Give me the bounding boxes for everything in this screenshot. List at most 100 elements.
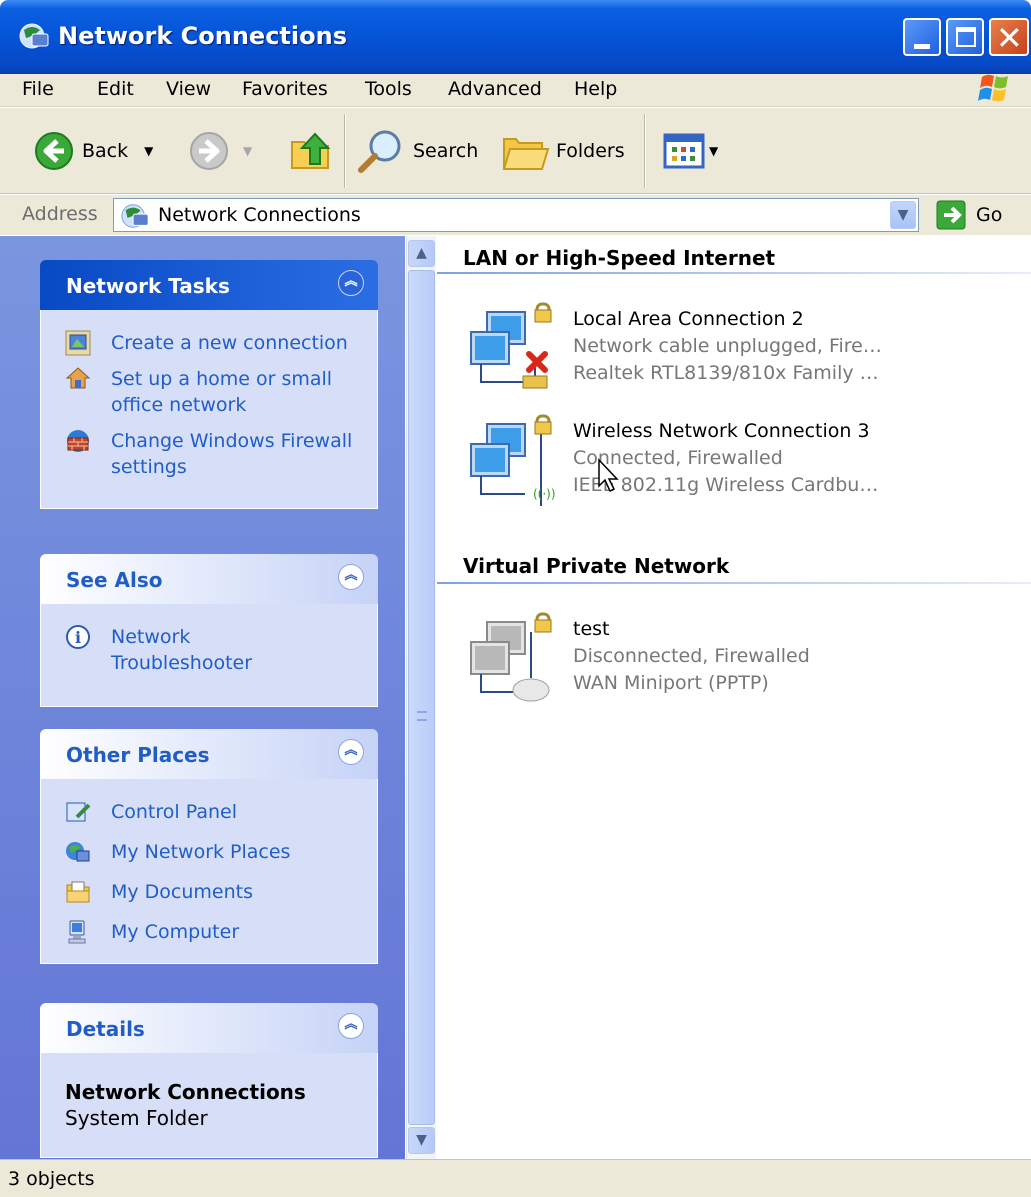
back-dropdown-icon[interactable]: ▼ [144, 144, 153, 158]
network-tasks-header[interactable]: Network Tasks ︽ [40, 260, 378, 310]
task-home-network[interactable]: Set up a home or small office network [65, 366, 365, 418]
scrollbar-grip-icon [417, 711, 427, 721]
firewall-icon [67, 430, 89, 452]
status-text: 3 objects [8, 1168, 95, 1190]
menu-edit[interactable]: Edit [97, 78, 134, 100]
place-my-computer[interactable]: My Computer [65, 919, 365, 945]
network-globe-icon [121, 204, 149, 228]
task-create-connection[interactable]: Create a new connection [65, 330, 365, 356]
see-also-panel: See Also ︽ i Network Troubleshooter [40, 554, 378, 707]
maximize-icon [956, 27, 976, 47]
views-button[interactable]: ▼ [663, 133, 718, 169]
title-bar: Network Connections ✕ [0, 0, 1031, 74]
folders-label: Folders [556, 140, 625, 162]
svg-text:((·)): ((·)) [533, 487, 556, 501]
network-tasks-panel: Network Tasks ︽ Create a new connection … [40, 260, 378, 509]
panel-title: Other Places [66, 743, 210, 767]
connection-text: Local Area Connection 2 Network cable un… [573, 306, 882, 387]
connection-device: Realtek RTL8139/810x Family … [573, 362, 879, 384]
menu-view[interactable]: View [166, 78, 211, 100]
address-dropdown-icon[interactable]: ▼ [890, 201, 916, 229]
up-folder-icon[interactable] [288, 128, 334, 174]
task-firewall-settings[interactable]: Change Windows Firewall settings [65, 428, 365, 480]
svg-text:i: i [75, 628, 81, 647]
scroll-up-button[interactable]: ▲ [408, 240, 435, 267]
task-label: Set up a home or small office network [111, 368, 333, 416]
connection-status: Disconnected, Firewalled [573, 645, 810, 667]
place-my-network-places[interactable]: My Network Places [65, 839, 365, 865]
menu-tools[interactable]: Tools [365, 78, 412, 100]
toolbar: Back ▼ ▼ Search Folders ▼ [0, 108, 1031, 194]
wireless-connected-icon: ((·)) [470, 414, 556, 506]
maximize-button[interactable] [946, 18, 984, 56]
minimize-button[interactable] [903, 18, 941, 56]
toolbar-separator [644, 114, 646, 188]
menu-advanced[interactable]: Advanced [448, 78, 542, 100]
collapse-icon[interactable]: ︽ [338, 564, 364, 590]
back-button[interactable]: Back ▼ [34, 131, 153, 171]
menu-bar: File Edit View Favorites Tools Advanced … [0, 74, 1031, 107]
panel-title: Details [66, 1017, 145, 1041]
address-value: Network Connections [158, 204, 361, 226]
task-label: Create a new connection [111, 332, 348, 354]
task-pane: Network Tasks ︽ Create a new connection … [0, 236, 405, 1159]
connection-status: Network cable unplugged, Fire… [573, 335, 882, 357]
collapse-icon[interactable]: ︽ [338, 270, 364, 296]
forward-arrow-icon [190, 132, 228, 170]
folders-button[interactable]: Folders [500, 129, 625, 173]
mouse-cursor-icon [598, 458, 619, 493]
new-connection-icon [65, 330, 91, 356]
menu-help[interactable]: Help [574, 78, 617, 100]
details-panel: Details ︽ Network Connections System Fol… [40, 1003, 378, 1158]
other-places-panel: Other Places ︽ Control Panel My Network … [40, 729, 378, 964]
menu-file[interactable]: File [22, 78, 54, 100]
scroll-down-button[interactable]: ▼ [408, 1127, 435, 1154]
details-header[interactable]: Details ︽ [40, 1003, 378, 1053]
forward-button[interactable]: ▼ [189, 131, 252, 171]
scrollbar-thumb[interactable] [408, 270, 435, 1125]
collapse-icon[interactable]: ︽ [338, 1013, 364, 1039]
control-panel-icon [66, 802, 91, 822]
address-bar: Address Network Connections ▼ Go [0, 195, 1031, 235]
collapse-icon[interactable]: ︽ [338, 739, 364, 765]
address-label: Address [22, 203, 98, 225]
search-button[interactable]: Search [357, 127, 478, 175]
group-divider [437, 272, 1031, 274]
other-places-header[interactable]: Other Places ︽ [40, 729, 378, 779]
go-button[interactable]: Go [936, 200, 1002, 230]
place-my-documents[interactable]: My Documents [65, 879, 365, 905]
details-type: System Folder [65, 1106, 208, 1130]
details-name: Network Connections [65, 1080, 306, 1104]
connections-view: LAN or High-Speed Internet Local Area Co… [437, 236, 1031, 1159]
close-button[interactable]: ✕ [989, 18, 1029, 56]
task-label: Change Windows Firewall settings [111, 430, 353, 478]
window-title: Network Connections [58, 22, 347, 50]
lan-disconnected-icon [470, 302, 552, 389]
connection-text: test Disconnected, Firewalled WAN Minipo… [573, 616, 810, 697]
go-arrow-icon [936, 200, 966, 230]
connection-name: test [573, 618, 610, 640]
windows-logo-icon [978, 74, 1008, 102]
my-computer-icon [68, 920, 86, 944]
group-header-lan: LAN or High-Speed Internet [463, 246, 776, 270]
back-arrow-icon [35, 132, 73, 170]
vpn-disconnected-icon [470, 612, 552, 702]
connection-device: WAN Miniport (PPTP) [573, 672, 769, 694]
forward-dropdown-icon[interactable]: ▼ [243, 144, 252, 158]
place-label: My Computer [111, 921, 240, 943]
minimize-icon [914, 44, 930, 49]
back-label: Back [82, 140, 129, 162]
place-label: My Network Places [111, 841, 291, 863]
menu-favorites[interactable]: Favorites [242, 78, 328, 100]
see-also-header[interactable]: See Also ︽ [40, 554, 378, 604]
search-icon [358, 130, 401, 173]
views-dropdown-icon[interactable]: ▼ [709, 144, 718, 158]
connection-name: Wireless Network Connection 3 [573, 420, 870, 442]
place-control-panel[interactable]: Control Panel [65, 799, 365, 825]
toolbar-separator [344, 114, 346, 188]
connection-name: Local Area Connection 2 [573, 308, 804, 330]
home-network-icon [65, 367, 91, 389]
address-field[interactable]: Network Connections ▼ [113, 198, 919, 232]
vertical-scrollbar[interactable]: ▲ ▼ [406, 236, 436, 1159]
task-network-troubleshooter[interactable]: i Network Troubleshooter [65, 624, 365, 676]
